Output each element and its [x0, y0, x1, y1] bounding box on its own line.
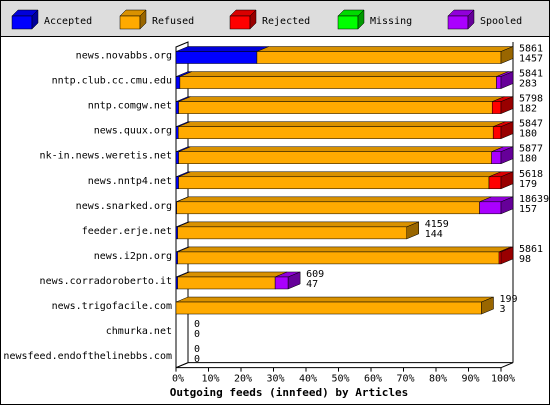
- bar-segment-refused: [177, 276, 276, 290]
- category-label: news.i2pn.org: [94, 251, 172, 262]
- accepted-count-label: 157: [519, 204, 537, 215]
- accepted-count-label: 179: [519, 179, 537, 190]
- x-tick-label: 0%: [172, 374, 184, 385]
- bar-news-novabbs-org: [175, 46, 514, 64]
- legend-swatch-spooled: [447, 15, 469, 30]
- bar-top-refused: [178, 146, 504, 152]
- bar-segment-accepted: [175, 51, 258, 64]
- bar-nntp-comgw-net: [175, 96, 514, 114]
- accepted-count-label: 0: [194, 354, 200, 365]
- x-tick-label: 80%: [429, 374, 447, 385]
- bar-segment-refused: [177, 226, 407, 240]
- bar-segment-spooled: [496, 76, 502, 89]
- category-label: news.corradoroberto.it: [40, 276, 172, 287]
- bar-segment-accepted: [175, 126, 179, 139]
- bar-segment-spooled: [479, 201, 502, 215]
- accepted-count-label: 283: [519, 79, 537, 90]
- bar-news-quux-org: [175, 121, 514, 140]
- bar-feeder-erje-net: [175, 221, 419, 240]
- bar-top-refused: [178, 171, 502, 178]
- x-tick-label: 10%: [201, 374, 219, 385]
- bar-segment-refused: [179, 76, 497, 89]
- bar-top-refused: [176, 196, 492, 203]
- bar-news-nntp4-net: [175, 171, 514, 190]
- accepted-count-label: 182: [519, 104, 537, 115]
- bar-segment-refused: [178, 126, 494, 139]
- accepted-count-label: 144: [425, 229, 443, 240]
- chart-title: Outgoing feeds (innfeed) by Articles: [170, 386, 408, 399]
- x-tick-label: 30%: [266, 374, 284, 385]
- bar-top-refused: [177, 271, 288, 278]
- bar-top-refused: [177, 221, 419, 228]
- category-label: news.quux.org: [94, 126, 172, 137]
- bar-top-accepted: [175, 46, 270, 52]
- bar-nk-in-news-weretis-net: [175, 146, 514, 165]
- bar-top-refused: [178, 121, 506, 127]
- bar-top-refused: [178, 96, 505, 102]
- bar-nntp-club-cc-cmu-edu: [175, 71, 514, 89]
- category-label: chmurka.net: [106, 326, 172, 337]
- category-label: nntp.club.cc.cmu.edu: [52, 76, 172, 87]
- accepted-count-label: 98: [519, 254, 531, 265]
- category-label: news.snarked.org: [76, 201, 172, 212]
- bar-segment-rejected: [492, 126, 502, 139]
- feeds-chart: Accepted Refused Rejected Missing Spooled ne…: [0, 0, 550, 405]
- bar-top-refused: [175, 296, 494, 303]
- bar-top-refused: [177, 246, 512, 253]
- legend-label-missing: Missing: [370, 16, 412, 27]
- accepted-count-label: 180: [519, 129, 537, 140]
- bar-segment-refused: [178, 176, 490, 190]
- category-label: newsfeed.endofthelinebbs.com: [3, 351, 172, 362]
- bar-segment-rejected: [498, 251, 502, 265]
- bar-segment-spooled: [491, 151, 502, 164]
- category-label: nntp.comgw.net: [88, 101, 172, 112]
- bar-segment-refused: [177, 251, 500, 265]
- accepted-count-label: 3: [500, 304, 506, 315]
- x-tick-label: 50%: [331, 374, 349, 385]
- x-tick-label: 100%: [491, 374, 515, 385]
- legend-label-refused: Refused: [152, 16, 194, 27]
- category-label: nk-in.news.weretis.net: [40, 151, 172, 162]
- category-label: feeder.erje.net: [82, 226, 172, 237]
- bar-segment-rejected: [488, 176, 502, 190]
- bar-news-snarked-org: [175, 196, 514, 215]
- accepted-count-label: 180: [519, 154, 537, 165]
- bar-segment-accepted: [175, 101, 179, 114]
- bar-segment-accepted: [175, 76, 181, 89]
- bar-segment-accepted: [175, 176, 179, 190]
- bar-segment-accepted: [175, 151, 179, 164]
- x-tick-label: 60%: [364, 374, 382, 385]
- bar-news-trigofacile-com: [175, 296, 494, 315]
- legend-swatch-accepted: [11, 15, 33, 30]
- bar-segment-refused: [176, 201, 480, 215]
- bar-segment-refused: [178, 151, 492, 164]
- bar-news-corradoroberto-it: [175, 271, 301, 290]
- legend-label-rejected: Rejected: [262, 16, 310, 27]
- category-label: news.trigofacile.com: [52, 301, 172, 312]
- accepted-count-label: 0: [194, 329, 200, 340]
- bar-segment-spooled: [274, 276, 289, 290]
- x-tick-label: 20%: [234, 374, 252, 385]
- x-tick-label: 70%: [396, 374, 414, 385]
- legend-label-accepted: Accepted: [44, 16, 92, 27]
- x-tick-label: 40%: [299, 374, 317, 385]
- bar-top-refused: [256, 46, 514, 52]
- bar-segment-rejected: [491, 101, 502, 114]
- bar-segment-refused: [256, 51, 502, 64]
- legend-label-spooled: Spooled: [480, 16, 522, 27]
- legend-swatch-refused: [119, 15, 141, 30]
- bar-news-i2pn-org: [175, 246, 514, 265]
- x-tick-label: 90%: [461, 374, 479, 385]
- category-label: news.novabbs.org: [76, 51, 172, 62]
- bar-top-refused: [179, 71, 509, 77]
- accepted-count-label: 47: [306, 279, 318, 290]
- bar-segment-refused: [178, 101, 493, 114]
- legend-swatch-rejected: [229, 15, 251, 30]
- bar-segment-refused: [175, 301, 482, 315]
- category-label: news.nntp4.net: [88, 176, 172, 187]
- legend-swatch-missing: [337, 15, 359, 30]
- accepted-count-label: 1457: [519, 54, 543, 65]
